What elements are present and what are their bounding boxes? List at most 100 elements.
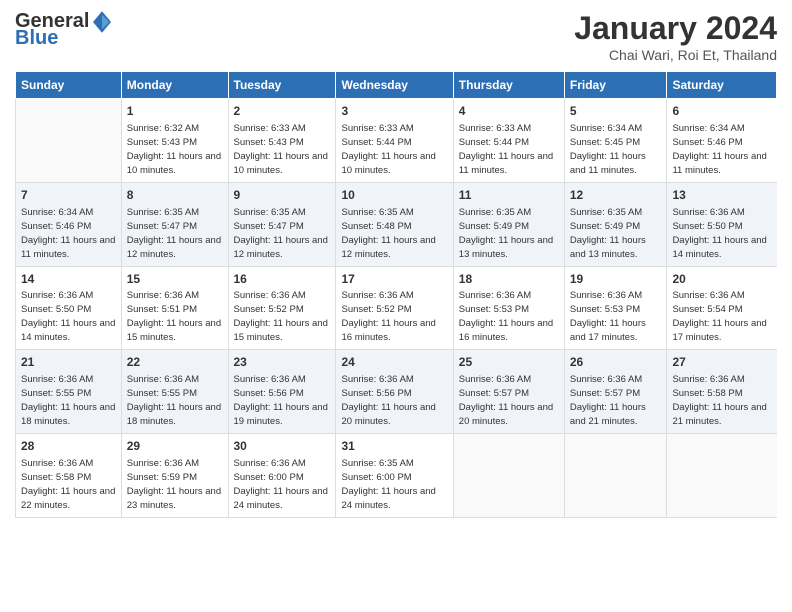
day-number: 23: [234, 354, 331, 371]
day-number: 9: [234, 187, 331, 204]
cell-info: Sunrise: 6:36 AMSunset: 5:57 PMDaylight:…: [459, 374, 553, 427]
logo-icon: [93, 11, 111, 33]
day-number: 22: [127, 354, 223, 371]
day-cell: 2 Sunrise: 6:33 AMSunset: 5:43 PMDaylight…: [228, 99, 336, 183]
cell-info: Sunrise: 6:36 AMSunset: 5:55 PMDaylight:…: [21, 374, 115, 427]
day-cell: 30 Sunrise: 6:36 AMSunset: 6:00 PMDayligh…: [228, 434, 336, 518]
day-cell: 11Sunrise: 6:35 AMSunset: 5:49 PMDayligh…: [453, 182, 564, 266]
cell-info: Sunrise: 6:36 AMSunset: 5:58 PMDaylight:…: [672, 374, 766, 427]
day-cell: 14 Sunrise: 6:36 AMSunset: 5:50 PMDayligh…: [16, 266, 122, 350]
day-number: 17: [341, 271, 447, 288]
cell-info: Sunrise: 6:34 AMSunset: 5:46 PMDaylight:…: [672, 123, 766, 176]
day-cell: 8 Sunrise: 6:35 AMSunset: 5:47 PMDaylight…: [121, 182, 228, 266]
day-cell: 28 Sunrise: 6:36 AMSunset: 5:58 PMDayligh…: [16, 434, 122, 518]
cell-info: Sunrise: 6:36 AMSunset: 5:55 PMDaylight:…: [127, 374, 221, 427]
day-number: 25: [459, 354, 559, 371]
day-number: 7: [21, 187, 116, 204]
day-cell: 31Sunrise: 6:35 AMSunset: 6:00 PMDayligh…: [336, 434, 453, 518]
cell-info: Sunrise: 6:36 AMSunset: 5:56 PMDaylight:…: [234, 374, 328, 427]
day-number: 28: [21, 438, 116, 455]
header: General Blue January 2024 Chai Wari, Roi…: [15, 10, 777, 63]
day-cell: 3 Sunrise: 6:33 AMSunset: 5:44 PMDaylight…: [336, 99, 453, 183]
cell-info: Sunrise: 6:32 AMSunset: 5:43 PMDaylight:…: [127, 123, 221, 176]
day-number: 2: [234, 103, 331, 120]
cell-info: Sunrise: 6:36 AMSunset: 5:52 PMDaylight:…: [341, 290, 435, 343]
cell-info: Sunrise: 6:36 AMSunset: 5:56 PMDaylight:…: [341, 374, 435, 427]
logo-blue: Blue: [15, 27, 58, 50]
day-number: 4: [459, 103, 559, 120]
title-section: January 2024 Chai Wari, Roi Et, Thailand: [574, 10, 777, 63]
day-cell: 24 Sunrise: 6:36 AMSunset: 5:56 PMDayligh…: [336, 350, 453, 434]
day-number: 15: [127, 271, 223, 288]
day-number: 26: [570, 354, 662, 371]
day-number: 10: [341, 187, 447, 204]
day-cell: 27 Sunrise: 6:36 AMSunset: 5:58 PMDayligh…: [667, 350, 777, 434]
day-cell: [564, 434, 667, 518]
week-row: 7 Sunrise: 6:34 AMSunset: 5:46 PMDaylight…: [16, 182, 777, 266]
header-day: Monday: [121, 72, 228, 99]
day-cell: 18Sunrise: 6:36 AMSunset: 5:53 PMDayligh…: [453, 266, 564, 350]
day-number: 3: [341, 103, 447, 120]
day-number: 20: [672, 271, 771, 288]
day-number: 27: [672, 354, 771, 371]
day-number: 6: [672, 103, 771, 120]
cell-info: Sunrise: 6:33 AMSunset: 5:43 PMDaylight:…: [234, 123, 328, 176]
subtitle: Chai Wari, Roi Et, Thailand: [574, 47, 777, 63]
cell-info: Sunrise: 6:33 AMSunset: 5:44 PMDaylight:…: [459, 123, 553, 176]
day-cell: [453, 434, 564, 518]
cell-info: Sunrise: 6:35 AMSunset: 5:49 PMDaylight:…: [570, 207, 646, 260]
week-row: 14 Sunrise: 6:36 AMSunset: 5:50 PMDayligh…: [16, 266, 777, 350]
day-number: 1: [127, 103, 223, 120]
cell-info: Sunrise: 6:36 AMSunset: 6:00 PMDaylight:…: [234, 458, 328, 511]
day-number: 18: [459, 271, 559, 288]
day-number: 29: [127, 438, 223, 455]
day-cell: 10Sunrise: 6:35 AMSunset: 5:48 PMDayligh…: [336, 182, 453, 266]
day-cell: 29 Sunrise: 6:36 AMSunset: 5:59 PMDayligh…: [121, 434, 228, 518]
cell-info: Sunrise: 6:36 AMSunset: 5:52 PMDaylight:…: [234, 290, 328, 343]
day-cell: 26 Sunrise: 6:36 AMSunset: 5:57 PMDayligh…: [564, 350, 667, 434]
cell-info: Sunrise: 6:36 AMSunset: 5:50 PMDaylight:…: [672, 207, 766, 260]
day-number: 21: [21, 354, 116, 371]
day-cell: 16 Sunrise: 6:36 AMSunset: 5:52 PMDayligh…: [228, 266, 336, 350]
cell-info: Sunrise: 6:34 AMSunset: 5:45 PMDaylight:…: [570, 123, 646, 176]
day-number: 14: [21, 271, 116, 288]
header-day: Tuesday: [228, 72, 336, 99]
day-number: 8: [127, 187, 223, 204]
cell-info: Sunrise: 6:36 AMSunset: 5:58 PMDaylight:…: [21, 458, 115, 511]
header-day: Wednesday: [336, 72, 453, 99]
day-cell: 7 Sunrise: 6:34 AMSunset: 5:46 PMDaylight…: [16, 182, 122, 266]
day-cell: 5Sunrise: 6:34 AMSunset: 5:45 PMDaylight…: [564, 99, 667, 183]
day-cell: 1 Sunrise: 6:32 AMSunset: 5:43 PMDaylight…: [121, 99, 228, 183]
cell-info: Sunrise: 6:34 AMSunset: 5:46 PMDaylight:…: [21, 207, 115, 260]
logo: General Blue: [15, 10, 111, 50]
cell-info: Sunrise: 6:36 AMSunset: 5:59 PMDaylight:…: [127, 458, 221, 511]
day-cell: 23 Sunrise: 6:36 AMSunset: 5:56 PMDayligh…: [228, 350, 336, 434]
day-cell: [16, 99, 122, 183]
header-row: SundayMondayTuesdayWednesdayThursdayFrid…: [16, 72, 777, 99]
day-number: 12: [570, 187, 662, 204]
day-cell: 15 Sunrise: 6:36 AMSunset: 5:51 PMDayligh…: [121, 266, 228, 350]
day-number: 24: [341, 354, 447, 371]
day-number: 11: [459, 187, 559, 204]
cell-info: Sunrise: 6:35 AMSunset: 6:00 PMDaylight:…: [341, 458, 435, 511]
cell-info: Sunrise: 6:35 AMSunset: 5:47 PMDaylight:…: [234, 207, 328, 260]
day-cell: 17 Sunrise: 6:36 AMSunset: 5:52 PMDayligh…: [336, 266, 453, 350]
day-cell: 13Sunrise: 6:36 AMSunset: 5:50 PMDayligh…: [667, 182, 777, 266]
cell-info: Sunrise: 6:36 AMSunset: 5:51 PMDaylight:…: [127, 290, 221, 343]
day-number: 16: [234, 271, 331, 288]
day-number: 30: [234, 438, 331, 455]
week-row: 28 Sunrise: 6:36 AMSunset: 5:58 PMDayligh…: [16, 434, 777, 518]
day-cell: 9 Sunrise: 6:35 AMSunset: 5:47 PMDaylight…: [228, 182, 336, 266]
calendar-table: SundayMondayTuesdayWednesdayThursdayFrid…: [15, 71, 777, 518]
cell-info: Sunrise: 6:35 AMSunset: 5:47 PMDaylight:…: [127, 207, 221, 260]
day-cell: [667, 434, 777, 518]
cell-info: Sunrise: 6:33 AMSunset: 5:44 PMDaylight:…: [341, 123, 435, 176]
header-day: Saturday: [667, 72, 777, 99]
day-cell: 20Sunrise: 6:36 AMSunset: 5:54 PMDayligh…: [667, 266, 777, 350]
cell-info: Sunrise: 6:36 AMSunset: 5:50 PMDaylight:…: [21, 290, 115, 343]
header-day: Sunday: [16, 72, 122, 99]
day-cell: 19Sunrise: 6:36 AMSunset: 5:53 PMDayligh…: [564, 266, 667, 350]
day-cell: 21 Sunrise: 6:36 AMSunset: 5:55 PMDayligh…: [16, 350, 122, 434]
main-title: January 2024: [574, 10, 777, 47]
cell-info: Sunrise: 6:36 AMSunset: 5:57 PMDaylight:…: [570, 374, 646, 427]
